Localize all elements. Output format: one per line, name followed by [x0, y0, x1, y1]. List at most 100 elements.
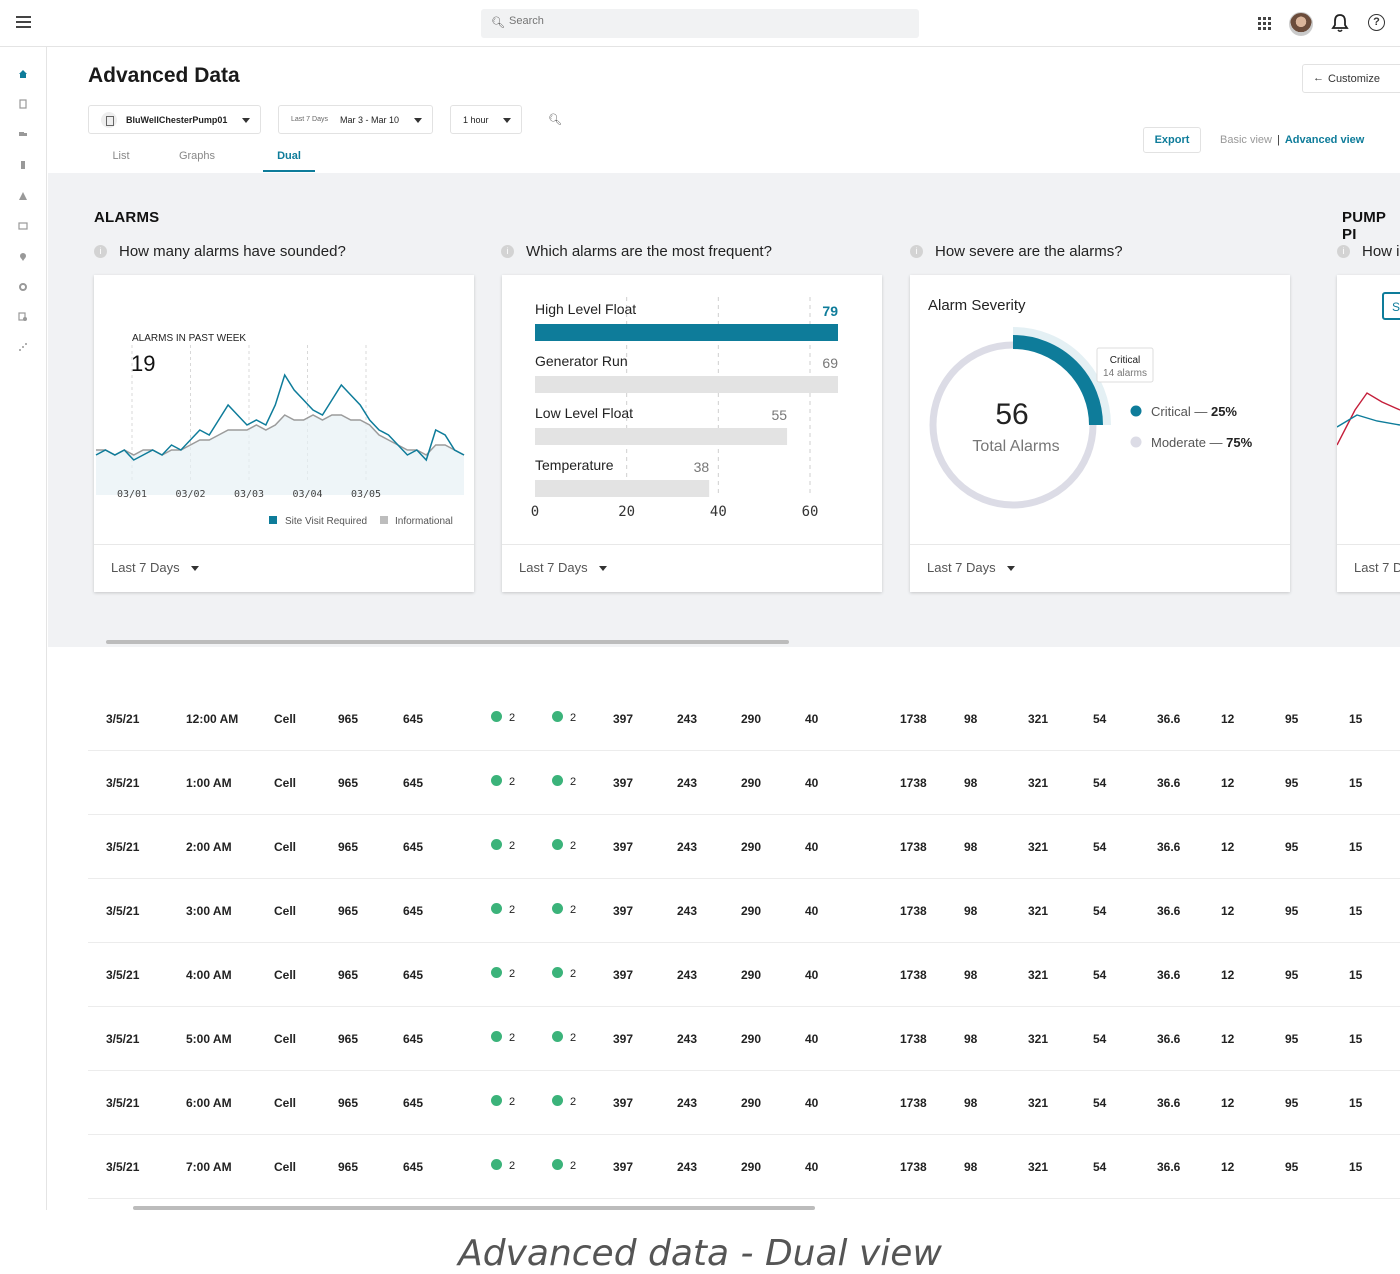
export-button[interactable]: Export: [1143, 127, 1201, 153]
battery-icon[interactable]: [18, 160, 28, 170]
customize-button[interactable]: ← Customize: [1302, 64, 1400, 93]
table-cell: Cell: [274, 1096, 296, 1110]
table-cell: 243: [677, 712, 697, 726]
table-cell: 12:00 AM: [186, 712, 238, 726]
table-cell: 321: [1028, 968, 1048, 982]
search-icon[interactable]: 🔍︎: [548, 113, 562, 126]
advanced-view-link[interactable]: Advanced view: [1285, 134, 1364, 146]
card-footer[interactable]: Last 7 Days: [502, 544, 882, 592]
table-cell: 95: [1285, 1032, 1298, 1046]
question-1-text: How many alarms have sounded?: [119, 243, 346, 260]
analytics-icon[interactable]: [18, 342, 28, 352]
search-box[interactable]: 🔍︎: [481, 9, 919, 38]
table-cell: 95: [1285, 1160, 1298, 1174]
question-4: iHow i: [1337, 243, 1400, 260]
table-cell: 2: [552, 838, 576, 852]
table-cell: 40: [805, 712, 818, 726]
table-cell: 12: [1221, 968, 1234, 982]
info-icon[interactable]: i: [501, 245, 514, 258]
table-cell: 36.6: [1157, 840, 1180, 854]
search-input[interactable]: [509, 15, 889, 27]
truck-icon[interactable]: [18, 129, 28, 139]
table-row[interactable]: 3/5/213:00 AMCell96564522397243290401738…: [88, 879, 1400, 943]
table-row[interactable]: 3/5/217:00 AMCell96564522397243290401738…: [88, 1135, 1400, 1199]
status-dot-icon: [552, 839, 563, 850]
info-icon[interactable]: i: [94, 245, 107, 258]
table-cell: 1738: [900, 1032, 927, 1046]
table-row[interactable]: 3/5/216:00 AMCell96564522397243290401738…: [88, 1071, 1400, 1135]
apps-grid-icon[interactable]: [1258, 17, 1271, 30]
avatar[interactable]: [1289, 12, 1313, 36]
date-range-select[interactable]: Last 7 Days Mar 3 - Mar 10: [278, 105, 433, 134]
table-cell: 40: [805, 840, 818, 854]
table-cell: 2: [491, 1094, 515, 1108]
status-dot-icon: [552, 967, 563, 978]
table-row[interactable]: 3/5/211:00 AMCell96564522397243290401738…: [88, 751, 1400, 815]
home-icon[interactable]: [18, 69, 28, 79]
bell-icon[interactable]: [1331, 13, 1349, 33]
table-cell: 5:00 AM: [186, 1032, 232, 1046]
table-cell: 15: [1349, 712, 1362, 726]
basic-view-link[interactable]: Basic view: [1220, 134, 1272, 146]
table-row[interactable]: 3/5/215:00 AMCell96564522397243290401738…: [88, 1007, 1400, 1071]
tab-graphs[interactable]: Graphs: [177, 150, 217, 172]
question-2: iWhich alarms are the most frequent?: [501, 243, 772, 260]
info-icon[interactable]: i: [910, 245, 923, 258]
table-cell: 12: [1221, 840, 1234, 854]
legend-swatch-site-visit: [269, 516, 277, 524]
card-footer[interactable]: Last 7 D: [1337, 544, 1400, 592]
table-cell: 290: [741, 968, 761, 982]
table-cell: 40: [805, 968, 818, 982]
table-cell: 2: [552, 1158, 576, 1172]
table-cell: 12: [1221, 776, 1234, 790]
document-icon[interactable]: [18, 99, 28, 109]
interval-select[interactable]: 1 hour: [450, 105, 522, 134]
info-icon[interactable]: i: [1337, 245, 1350, 258]
status-dot-icon: [552, 1031, 563, 1042]
table-cell: 1738: [900, 840, 927, 854]
warning-icon[interactable]: [18, 191, 28, 201]
table-cell: 321: [1028, 840, 1048, 854]
table-cell: 965: [338, 904, 358, 918]
status-count: 2: [509, 968, 515, 980]
bar-category-label: Temperature: [535, 457, 614, 473]
table-cell: 54: [1093, 968, 1106, 982]
tab-list[interactable]: List: [106, 150, 136, 172]
period-select-label: Last 7 Days: [519, 560, 588, 575]
chevron-down-icon: [503, 118, 511, 123]
menu-icon[interactable]: [16, 16, 31, 28]
horizontal-scrollbar[interactable]: [106, 640, 789, 644]
tab-dual[interactable]: Dual: [263, 150, 315, 172]
help-icon[interactable]: ?: [1368, 14, 1385, 31]
table-cell: 15: [1349, 968, 1362, 982]
table-row[interactable]: 3/5/2112:00 AMCell9656452239724329040173…: [88, 687, 1400, 751]
status-count: 2: [509, 776, 515, 788]
location-icon[interactable]: [18, 252, 28, 262]
gear-icon[interactable]: [18, 282, 28, 292]
status-dot-icon: [552, 775, 563, 786]
report-icon[interactable]: [18, 312, 28, 322]
table-cell: 36.6: [1157, 904, 1180, 918]
status-dot-icon: [552, 711, 563, 722]
card-footer[interactable]: Last 7 Days: [94, 544, 474, 592]
table-horizontal-scrollbar[interactable]: [133, 1206, 815, 1210]
card-footer[interactable]: Last 7 Days: [910, 544, 1290, 592]
table-cell: 6:00 AM: [186, 1096, 232, 1110]
table-cell: 290: [741, 840, 761, 854]
table-cell: 243: [677, 968, 697, 982]
pump-card: Su Last 7 D: [1337, 275, 1400, 592]
question-3: iHow severe are the alarms?: [910, 243, 1123, 260]
status-count: 2: [570, 968, 576, 980]
x-tick-label: 03/01: [117, 489, 147, 500]
map-icon[interactable]: [18, 221, 28, 231]
table-cell: 243: [677, 1096, 697, 1110]
table-row[interactable]: 3/5/212:00 AMCell96564522397243290401738…: [88, 815, 1400, 879]
table-row[interactable]: 3/5/214:00 AMCell96564522397243290401738…: [88, 943, 1400, 1007]
chevron-down-icon: [414, 118, 422, 123]
table-cell: 321: [1028, 776, 1048, 790]
status-count: 2: [570, 776, 576, 788]
table-cell: 321: [1028, 1096, 1048, 1110]
status-count: 2: [509, 840, 515, 852]
legend-swatch: [1131, 437, 1142, 448]
pump-select[interactable]: BluWellChesterPump01: [88, 105, 261, 134]
